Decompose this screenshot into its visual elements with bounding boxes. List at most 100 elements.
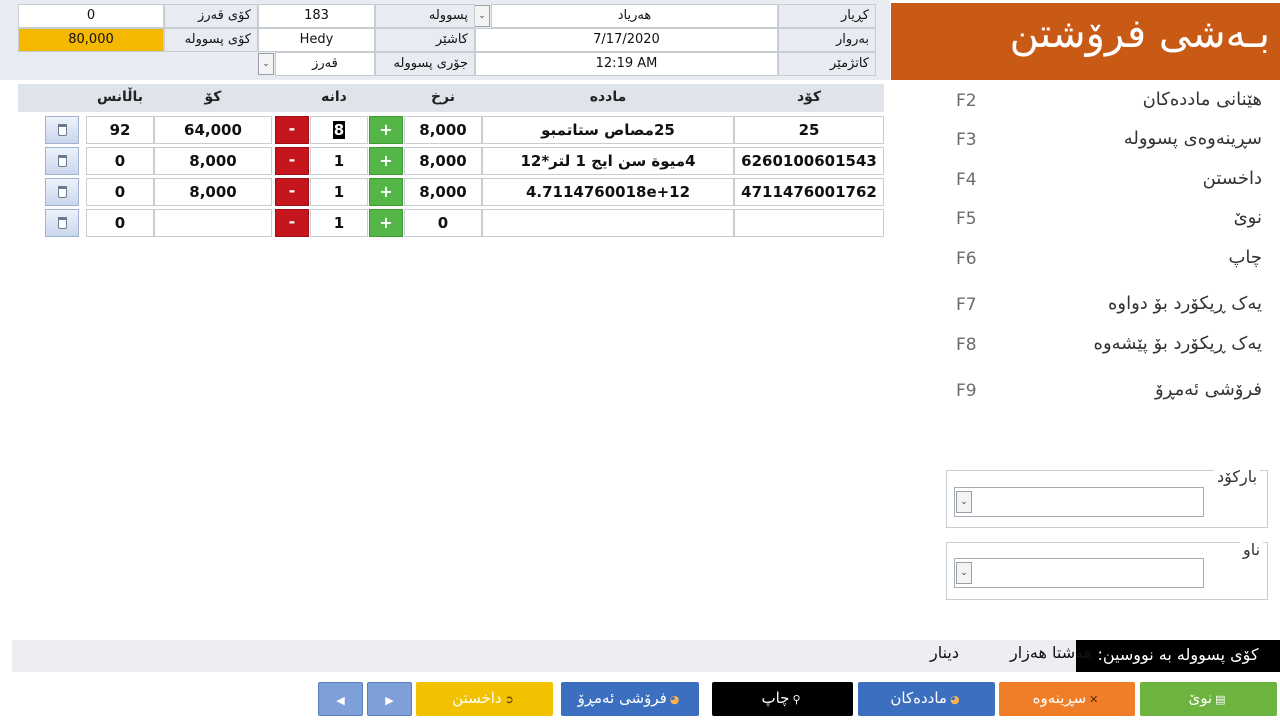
delete-row-button[interactable] — [45, 209, 79, 237]
date-label: بەروار — [778, 28, 876, 52]
increase-qty-button[interactable]: + — [369, 209, 403, 237]
barcode-combobox[interactable]: ⌄ — [954, 487, 1204, 517]
cell-item[interactable]: 25مصاص ستاتمبو — [482, 116, 734, 144]
cell-price[interactable]: 8,000 — [404, 178, 482, 206]
time-field[interactable]: 12:19 AM — [475, 52, 778, 76]
decrease-qty-button[interactable]: - — [275, 147, 309, 175]
next-record-button[interactable]: ▶ — [367, 682, 412, 716]
cell-total: 8,000 — [154, 178, 272, 206]
print-preview-icon: ⚲ — [792, 693, 801, 706]
debt-total-field: 0 — [18, 4, 164, 28]
cell-total: 64,000 — [154, 116, 272, 144]
pie-chart-icon: ◕ — [949, 693, 960, 706]
total-in-words-value: هەشتا هەزار — [1010, 643, 1093, 662]
cell-balance: 92 — [86, 116, 154, 144]
shortcut-label-record-back: یەک ڕیکۆرد بۆ دواوە — [1107, 293, 1262, 314]
column-header-item: مادده — [589, 89, 627, 105]
name-label: ناو — [1240, 540, 1264, 559]
cell-item[interactable]: 4.7114760018e+12 — [482, 178, 734, 206]
cell-code[interactable]: 6260100601543 — [734, 147, 884, 175]
cell-balance: 0 — [86, 209, 154, 237]
name-combobox[interactable]: ⌄ — [954, 558, 1204, 588]
name-dropdown-icon[interactable]: ⌄ — [956, 562, 972, 584]
print-button[interactable]: چاپ ⚲ — [712, 682, 853, 716]
invoice-type-select[interactable]: قەرز — [275, 52, 375, 76]
today-sales-button-label: فرۆشی ئەمڕۆ — [577, 689, 667, 707]
arrow-right-icon: ▶ — [385, 694, 394, 707]
shortcut-label-print: چاپ — [1228, 247, 1262, 268]
cell-code[interactable]: 25 — [734, 116, 884, 144]
invoice-type-label: جۆری پسوولە — [375, 52, 475, 76]
cell-qty[interactable]: 1 — [310, 147, 368, 175]
delete-row-button[interactable] — [45, 178, 79, 206]
decrease-qty-button[interactable]: - — [275, 178, 309, 206]
cell-qty[interactable]: 8 — [310, 116, 368, 144]
debt-total-label: کۆی قەرز — [164, 4, 258, 28]
pie-chart-icon: ◕ — [669, 693, 680, 706]
invoice-total-label: کۆی پسوولە — [164, 28, 258, 52]
cell-qty[interactable]: 1 — [310, 178, 368, 206]
cashier-label: کاشێر — [375, 28, 475, 52]
shortcut-label-close: داخستن — [1202, 168, 1262, 189]
close-button[interactable]: داخستن ➲ — [416, 682, 553, 716]
column-header-price: نرخ — [430, 89, 456, 105]
shortcut-label-delete-invoice: سڕینەوەی پسوولە — [1123, 128, 1262, 149]
delete-button[interactable]: سڕینەوە ✕ — [999, 682, 1135, 716]
cell-qty[interactable]: 1 — [310, 209, 368, 237]
cell-total: 8,000 — [154, 147, 272, 175]
column-header-balance: باڵانس — [96, 89, 144, 105]
delete-x-icon: ✕ — [1089, 693, 1099, 706]
cashier-field: Hedy — [258, 28, 375, 52]
new-document-icon: ▤ — [1215, 693, 1226, 706]
cell-code[interactable]: 4711476001762 — [734, 178, 884, 206]
new-button[interactable]: نوێ ▤ — [1140, 682, 1277, 716]
cell-total — [154, 209, 272, 237]
items-button-label: ماددەکان — [890, 689, 947, 707]
customer-field[interactable]: هەریاد — [491, 4, 778, 28]
barcode-dropdown-icon[interactable]: ⌄ — [956, 491, 972, 513]
new-button-label: نوێ — [1188, 689, 1213, 707]
page-title-block: بـەشی فرۆشتن — [891, 3, 1280, 80]
increase-qty-button[interactable]: + — [369, 147, 403, 175]
invoice-label: پسوولە — [375, 4, 475, 28]
cell-item[interactable]: 4میوة سن ایج 1 لتر*12 — [482, 147, 734, 175]
invoice-total-field: 80,000 — [18, 28, 164, 52]
delete-row-button[interactable] — [45, 116, 79, 144]
currency-label: دینار — [930, 643, 960, 662]
delete-row-button[interactable] — [45, 147, 79, 175]
cell-price[interactable]: 8,000 — [404, 147, 482, 175]
shortcut-label-new: نوێ — [1233, 207, 1262, 228]
previous-record-button[interactable]: ◀ — [318, 682, 363, 716]
increase-qty-button[interactable]: + — [369, 116, 403, 144]
total-in-words-label: کۆی پسوولە بە نووسین: — [1076, 640, 1280, 672]
increase-qty-button[interactable]: + — [369, 178, 403, 206]
date-field[interactable]: 7/17/2020 — [475, 28, 778, 52]
customer-dropdown-icon[interactable]: ⌄ — [474, 5, 490, 27]
cell-price[interactable]: 8,000 — [404, 116, 482, 144]
decrease-qty-button[interactable]: - — [275, 209, 309, 237]
barcode-label: بارکۆد — [1214, 467, 1261, 486]
shortcut-label-today-sales: فرۆشی ئەمڕۆ — [1154, 379, 1262, 400]
trash-icon — [58, 217, 67, 229]
today-sales-button[interactable]: فرۆشی ئەمڕۆ ◕ — [561, 682, 699, 716]
cell-item[interactable] — [482, 209, 734, 237]
shortcut-label-record-forward: یەک ڕیکۆرد بۆ پێشەوە — [1093, 333, 1262, 354]
invoice-number-field[interactable]: 183 — [258, 4, 375, 28]
column-header-total: کۆ — [204, 89, 222, 105]
customer-label: کڕیار — [778, 4, 876, 28]
shortcut-label-load-items: هێنانی ماددەکان — [1142, 89, 1262, 110]
cell-balance: 0 — [86, 147, 154, 175]
invoice-type-dropdown-icon[interactable]: ⌄ — [258, 53, 274, 75]
items-button[interactable]: ماددەکان ◕ — [858, 682, 995, 716]
close-button-label: داخستن — [452, 689, 502, 707]
trash-icon — [58, 124, 67, 136]
cell-balance: 0 — [86, 178, 154, 206]
trash-icon — [58, 186, 67, 198]
print-button-label: چاپ — [761, 689, 790, 707]
delete-button-label: سڕینەوە — [1032, 689, 1087, 707]
cell-price[interactable]: 0 — [404, 209, 482, 237]
trash-icon — [58, 155, 67, 167]
arrow-left-icon: ◀ — [336, 694, 345, 707]
cell-code[interactable] — [734, 209, 884, 237]
decrease-qty-button[interactable]: - — [275, 116, 309, 144]
